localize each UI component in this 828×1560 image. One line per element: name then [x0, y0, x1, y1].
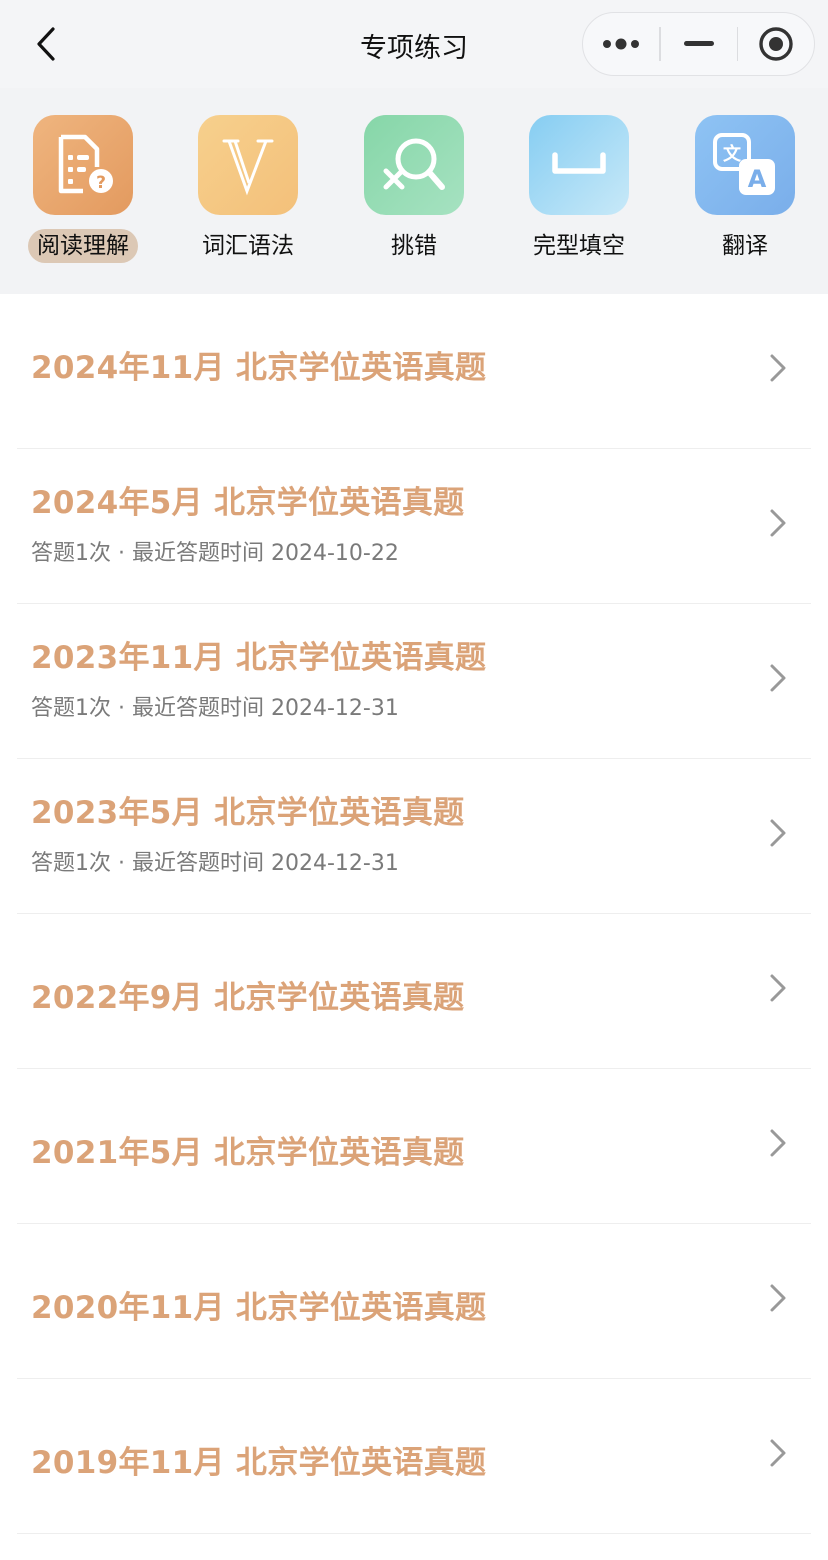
category-tabs: ? 阅读理解 词汇语法 挑错 完型填空 文 A 翻译 — [0, 88, 828, 294]
item-title: 2022年9月 北京学位英语真题 — [31, 980, 465, 1016]
translate-tile: 文 A — [695, 115, 795, 215]
item-title: 2024年5月 北京学位英语真题 — [31, 485, 465, 521]
svg-text:?: ? — [96, 173, 106, 193]
item-meta: 答题1次 · 最近答题时间 2024-12-31 — [31, 696, 399, 721]
letter-v-icon — [222, 139, 274, 196]
reading-tile: ? — [33, 115, 133, 215]
close-target-icon — [759, 27, 793, 61]
more-dots-icon — [603, 38, 639, 50]
chevron-right-icon — [770, 1284, 786, 1312]
item-meta: 答题1次 · 最近答题时间 2024-12-31 — [31, 851, 399, 876]
nav-bar: 专项练习 — [0, 0, 828, 88]
list-item[interactable]: 2021年5月 北京学位英语真题 — [17, 1069, 811, 1224]
tab-error-finding[interactable]: 挑错 — [331, 115, 497, 265]
svg-text:文: 文 — [723, 143, 742, 165]
chevron-right-icon — [770, 1439, 786, 1467]
list-item[interactable]: 2023年11月 北京学位英语真题 答题1次 · 最近答题时间 2024-12-… — [17, 604, 811, 759]
more-button[interactable] — [583, 13, 659, 75]
list-item[interactable]: 2024年11月 北京学位英语真题 — [17, 294, 811, 449]
list-item[interactable]: 2023年5月 北京学位英语真题 答题1次 · 最近答题时间 2024-12-3… — [17, 759, 811, 914]
minimize-icon — [683, 41, 714, 46]
list-item[interactable]: 2022年9月 北京学位英语真题 — [17, 914, 811, 1069]
translate-icon: 文 A — [713, 133, 775, 195]
tab-label: 挑错 — [391, 233, 437, 259]
tab-vocab-grammar[interactable]: 词汇语法 — [165, 115, 331, 265]
list-item[interactable]: 2020年11月 北京学位英语真题 — [17, 1224, 811, 1379]
list-item[interactable]: 2019年11月 北京学位英语真题 — [17, 1379, 811, 1534]
error-tile — [364, 115, 464, 215]
minimize-button[interactable] — [661, 13, 737, 75]
chevron-right-icon — [770, 664, 786, 692]
item-title: 2023年5月 北京学位英语真题 — [31, 795, 465, 831]
reading-doc-icon: ? — [58, 134, 113, 194]
item-title: 2021年5月 北京学位英语真题 — [31, 1135, 465, 1171]
tab-label: 词汇语法 — [202, 233, 294, 259]
tab-translation[interactable]: 文 A 翻译 — [662, 115, 828, 265]
blank-bracket-icon — [552, 152, 606, 174]
mini-program-capsule — [582, 12, 815, 76]
chevron-right-icon — [770, 354, 786, 382]
item-title: 2024年11月 北京学位英语真题 — [31, 350, 487, 386]
svg-text:A: A — [748, 165, 767, 193]
list-item[interactable]: 2024年5月 北京学位英语真题 答题1次 · 最近答题时间 2024-10-2… — [17, 449, 811, 604]
exam-list: 2024年11月 北京学位英语真题 2024年5月 北京学位英语真题 答题1次 … — [0, 294, 828, 1534]
chevron-right-icon — [770, 509, 786, 537]
tab-label: 完型填空 — [533, 233, 625, 259]
cloze-tile — [529, 115, 629, 215]
chevron-right-icon — [770, 1129, 786, 1157]
tab-label: 阅读理解 — [0, 229, 166, 263]
item-title: 2023年11月 北京学位英语真题 — [31, 640, 487, 676]
item-meta: 答题1次 · 最近答题时间 2024-10-22 — [31, 541, 399, 566]
item-title: 2019年11月 北京学位英语真题 — [31, 1445, 487, 1481]
tab-label: 翻译 — [722, 233, 768, 259]
chevron-right-icon — [770, 819, 786, 847]
chevron-right-icon — [770, 974, 786, 1002]
item-title: 2020年11月 北京学位英语真题 — [31, 1290, 487, 1326]
tab-cloze[interactable]: 完型填空 — [496, 115, 662, 265]
close-button[interactable] — [738, 13, 814, 75]
vocab-tile — [198, 115, 298, 215]
search-error-icon — [383, 138, 445, 190]
tab-reading[interactable]: ? 阅读理解 — [0, 115, 166, 265]
